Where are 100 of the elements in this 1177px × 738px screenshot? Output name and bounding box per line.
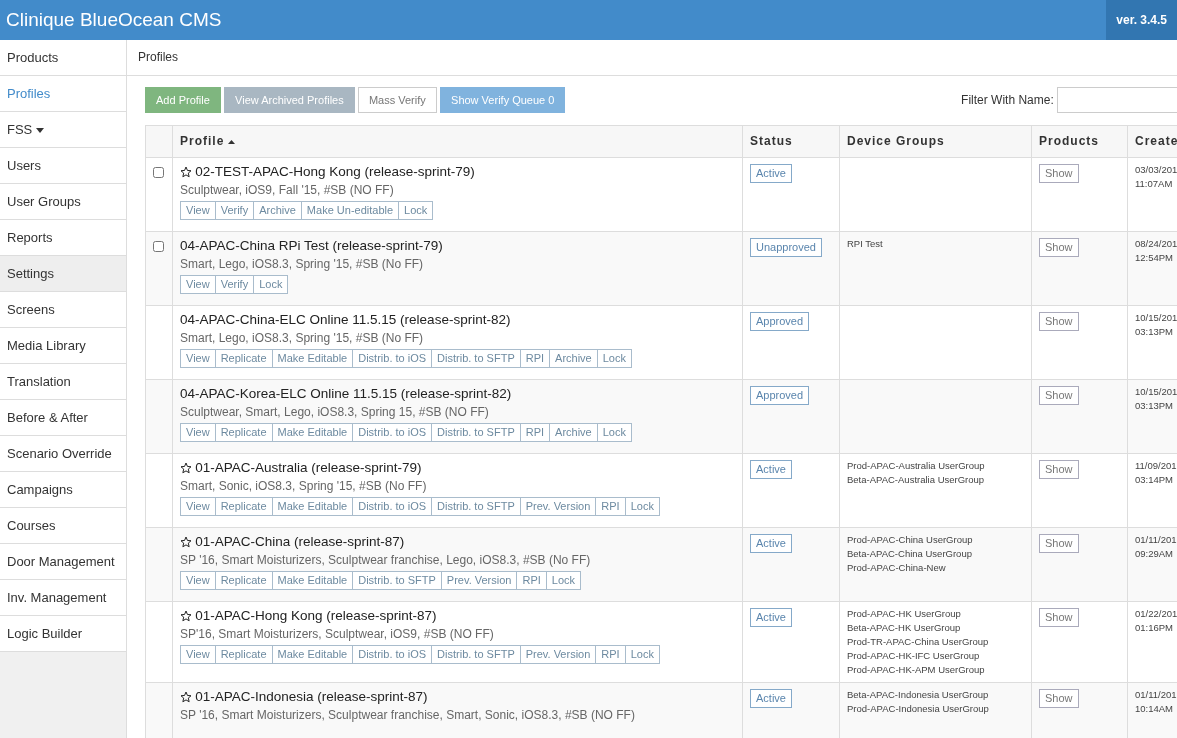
- action-button[interactable]: Prev. Version: [519, 497, 597, 516]
- action-button[interactable]: Replicate: [214, 645, 273, 664]
- action-button[interactable]: Make Editable: [271, 349, 354, 368]
- action-button[interactable]: Distrib. to iOS: [352, 423, 433, 442]
- show-products-button[interactable]: Show: [1039, 534, 1079, 553]
- action-button[interactable]: Prev. Version: [519, 645, 597, 664]
- action-button[interactable]: Archive: [549, 423, 598, 442]
- show-products-button[interactable]: Show: [1039, 312, 1079, 331]
- action-button[interactable]: Make Un-editable: [300, 201, 400, 220]
- action-button[interactable]: View: [180, 645, 216, 664]
- sidebar-item[interactable]: Logic Builder: [0, 616, 126, 652]
- profile-tags: Smart, Sonic, iOS8.3, Spring '15, #SB (No FF): [180, 478, 735, 494]
- created-date: 11/09/201: [1135, 459, 1177, 473]
- action-button[interactable]: Lock: [596, 349, 632, 368]
- action-button[interactable]: Make Editable: [271, 645, 354, 664]
- created-time: 03:14PM: [1135, 473, 1175, 487]
- sidebar-item[interactable]: Translation: [0, 364, 126, 400]
- row-checkbox[interactable]: [153, 167, 164, 178]
- show-products-button[interactable]: Show: [1039, 460, 1079, 479]
- profile-name: 02-TEST-APAC-Hong Kong (release-sprint-79): [195, 163, 475, 181]
- toolbar-button[interactable]: Show Verify Queue 0: [440, 87, 566, 113]
- action-button[interactable]: Archive: [253, 201, 302, 220]
- sidebar-item[interactable]: Door Management: [0, 544, 126, 580]
- filter-field[interactable]: [1057, 87, 1177, 113]
- sidebar-item[interactable]: Reports: [0, 220, 126, 256]
- action-button[interactable]: Lock: [253, 275, 289, 294]
- show-products-button[interactable]: Show: [1039, 164, 1079, 183]
- action-button[interactable]: RPI: [516, 571, 547, 590]
- created-time: 11:07AM: [1135, 177, 1174, 191]
- action-button[interactable]: Make Editable: [271, 423, 354, 442]
- sidebar-item[interactable]: Media Library: [0, 328, 126, 364]
- created-time: 03:13PM: [1135, 325, 1175, 339]
- action-button[interactable]: Distrib. to SFTP: [431, 349, 521, 368]
- action-button[interactable]: View: [180, 571, 216, 590]
- toolbar-button[interactable]: View Archived Profiles: [224, 87, 355, 113]
- profile-name: 04-APAC-China-ELC Online 11.5.15 (release-sprint-82): [180, 311, 511, 329]
- sidebar-item[interactable]: Before & After: [0, 400, 126, 436]
- sidebar-item[interactable]: Screens: [0, 292, 126, 328]
- sidebar-item[interactable]: User Groups: [0, 184, 126, 220]
- created-date: 01/22/201: [1135, 607, 1177, 621]
- action-button[interactable]: Lock: [545, 571, 582, 590]
- action-button[interactable]: Distrib. to iOS: [352, 497, 433, 516]
- status-label: Active: [750, 689, 792, 708]
- action-button[interactable]: RPI: [595, 645, 626, 664]
- sidebar-item[interactable]: Scenario Override: [0, 436, 126, 472]
- action-button[interactable]: Distrib. to SFTP: [352, 571, 442, 590]
- sidebar-item[interactable]: FSS: [0, 112, 126, 148]
- action-button[interactable]: View: [180, 201, 216, 220]
- sidebar-item[interactable]: Profiles: [0, 76, 126, 112]
- action-button[interactable]: Lock: [398, 201, 434, 220]
- action-button[interactable]: Replicate: [214, 571, 273, 590]
- toolbar-button[interactable]: Mass Verify: [357, 87, 437, 113]
- action-button[interactable]: Replicate: [214, 497, 273, 516]
- show-products-button[interactable]: Show: [1039, 238, 1079, 257]
- star-icon[interactable]: [180, 462, 192, 474]
- version-label: ver. 3.4.5: [1106, 0, 1177, 40]
- status-label: Active: [750, 534, 792, 553]
- action-button[interactable]: Archive: [549, 349, 598, 368]
- action-button[interactable]: Distrib. to SFTP: [431, 497, 521, 516]
- row-checkbox[interactable]: [153, 241, 164, 252]
- action-button[interactable]: RPI: [595, 497, 626, 516]
- status-label: Active: [750, 164, 792, 183]
- action-button[interactable]: Prev. Version: [440, 571, 518, 590]
- action-button[interactable]: Lock: [596, 423, 632, 442]
- action-button[interactable]: View: [180, 423, 216, 442]
- action-button[interactable]: Lock: [624, 645, 660, 664]
- sidebar-item[interactable]: Courses: [0, 508, 126, 544]
- action-button[interactable]: View: [180, 349, 216, 368]
- created-date: 01/11/201: [1135, 533, 1177, 547]
- star-icon[interactable]: [180, 691, 192, 703]
- star-icon[interactable]: [180, 536, 192, 548]
- show-products-button[interactable]: Show: [1039, 608, 1079, 627]
- action-button[interactable]: View: [180, 275, 216, 294]
- action-button[interactable]: Verify: [214, 275, 255, 294]
- show-products-button[interactable]: Show: [1039, 386, 1079, 405]
- action-button[interactable]: Distrib. to iOS: [352, 645, 433, 664]
- action-button[interactable]: Lock: [624, 497, 660, 516]
- action-button[interactable]: Distrib. to SFTP: [431, 423, 521, 442]
- star-icon[interactable]: [180, 166, 192, 178]
- column-header[interactable]: Status: [750, 134, 793, 148]
- action-button[interactable]: View: [180, 497, 216, 516]
- profile-name: 01-APAC-Hong Kong (release-sprint-87): [195, 607, 437, 625]
- column-header[interactable]: Profile: [180, 134, 235, 148]
- action-button[interactable]: Distrib. to SFTP: [431, 645, 521, 664]
- sidebar-item[interactable]: Products: [0, 40, 126, 76]
- sidebar-item[interactable]: Users: [0, 148, 126, 184]
- action-button[interactable]: Make Editable: [271, 497, 354, 516]
- sidebar-item[interactable]: Inv. Management: [0, 580, 126, 616]
- show-products-button[interactable]: Show: [1039, 689, 1079, 708]
- action-button[interactable]: Verify: [214, 201, 255, 220]
- toolbar-button[interactable]: Add Profile: [145, 87, 221, 113]
- action-button[interactable]: Replicate: [214, 423, 273, 442]
- created-time: 09:29AM: [1135, 547, 1175, 561]
- star-icon[interactable]: [180, 610, 192, 622]
- profile-name: 01-APAC-Australia (release-sprint-79): [195, 459, 422, 477]
- device-group-name: Beta-APAC-China UserGroup: [847, 547, 973, 561]
- action-button[interactable]: Distrib. to iOS: [352, 349, 433, 368]
- action-button[interactable]: Make Editable: [271, 571, 354, 590]
- action-button[interactable]: Replicate: [214, 349, 273, 368]
- sidebar-item[interactable]: Campaigns: [0, 472, 126, 508]
